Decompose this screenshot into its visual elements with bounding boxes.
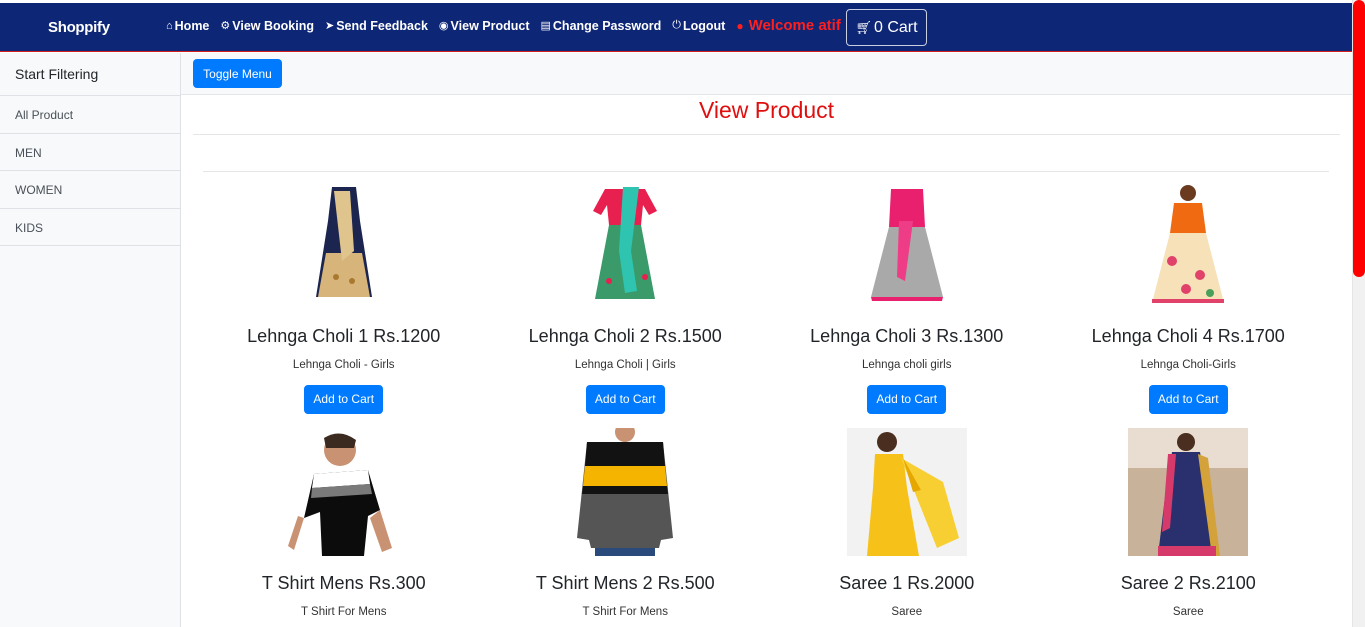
tshirt-icon[interactable] (565, 428, 685, 556)
sidebar-item-men[interactable]: MEN (0, 133, 180, 171)
product-description: Saree (1172, 606, 1204, 618)
product-description: Lehnga Choli-Girls (1140, 359, 1236, 371)
saree-icon[interactable] (846, 428, 967, 556)
product-card: Lehnga Choli 2 Rs.1500 Lehnga Choli | Gi… (485, 181, 767, 414)
nav-view-product[interactable]: ◉ View Product (439, 19, 530, 33)
tshirt-icon[interactable] (284, 428, 404, 556)
product-card: T Shirt Mens Rs.300 T Shirt For Mens (203, 428, 485, 618)
dress-icon[interactable] (847, 181, 967, 309)
product-name: Lehnga Choli 3 Rs.1300 (810, 326, 1004, 346)
nav-change-password[interactable]: ▤ Change Password (541, 19, 662, 33)
product-name: T Shirt Mens 2 Rs.500 (535, 573, 715, 593)
nav-home-label: Home (174, 18, 210, 33)
home-icon: ⌂ (166, 19, 173, 32)
welcome-message: ● Welcome atif (736, 17, 841, 34)
product-description: T Shirt For Mens (301, 606, 387, 618)
saree-icon[interactable] (1128, 428, 1249, 556)
product-description: Lehnga choli girls (861, 359, 952, 371)
product-description: Saree (891, 606, 923, 618)
nav-view-booking-label: View Booking (232, 18, 314, 33)
toggle-menu-button[interactable]: Toggle Menu (193, 59, 282, 88)
sidebar-item-women[interactable]: WOMEN (0, 171, 180, 209)
product-card: Lehnga Choli 4 Rs.1700 Lehnga Choli-Girl… (1048, 181, 1330, 414)
cart-icon: 🛒︎ (855, 19, 872, 35)
product-description: T Shirt For Mens (582, 606, 668, 618)
sidebar-heading: Start Filtering (0, 53, 180, 96)
sidebar-item-kids[interactable]: KIDS (0, 208, 180, 246)
nav-send-feedback-label: Send Feedback (336, 18, 428, 33)
nav-home[interactable]: ⌂ Home (166, 19, 209, 33)
page: Shoppify ⌂ Home ⚙ View Booking ➤ Send Feedb… (0, 0, 1365, 627)
nav-send-feedback[interactable]: ➤ Send Feedback (325, 19, 428, 33)
dress-icon[interactable] (284, 181, 404, 309)
add-to-cart-button[interactable]: Add to Cart (867, 385, 947, 414)
filter-sidebar: Start Filtering All Product MEN WOMEN KI… (0, 53, 181, 627)
product-name: Saree 2 Rs.2100 (1120, 573, 1256, 593)
eye-icon: ◉ (438, 20, 449, 32)
scrollbar-thumb[interactable] (1353, 0, 1365, 277)
product-description: Lehnga Choli - Girls (292, 359, 395, 371)
nav-view-product-label: View Product (450, 18, 530, 33)
page-title: View Product (698, 97, 835, 123)
add-to-cart-button[interactable]: Add to Cart (304, 385, 384, 414)
product-card: Lehnga Choli 1 Rs.1200 Lehnga Choli - Gi… (203, 181, 485, 414)
welcome-text: Welcome atif (748, 17, 841, 34)
document-icon: ▤ (540, 20, 551, 32)
product-name: Lehnga Choli 2 Rs.1500 (528, 326, 722, 346)
nav-view-booking[interactable]: ⚙ View Booking (220, 19, 314, 33)
product-name: Lehnga Choli 1 Rs.1200 (247, 326, 441, 346)
divider (193, 134, 1340, 135)
brand-logo[interactable]: Shoppify (48, 19, 110, 36)
add-to-cart-button[interactable]: Add to Cart (1148, 385, 1228, 414)
divider (203, 171, 1329, 172)
user-icon: ● (736, 18, 744, 33)
main-nav: ⌂ Home ⚙ View Booking ➤ Send Feedback ◉ View… (166, 17, 847, 34)
booking-icon: ⚙ (220, 20, 231, 32)
content-toolbar: Toggle Menu (181, 53, 1352, 95)
sidebar-item-all-product[interactable]: All Product (0, 96, 180, 134)
dress-icon[interactable] (565, 181, 685, 309)
product-card: Lehnga Choli 3 Rs.1300 Lehnga choli girl… (766, 181, 1048, 414)
product-card: T Shirt Mens 2 Rs.500 T Shirt For Mens (485, 428, 767, 618)
product-card: Saree 2 Rs.2100 Saree (1048, 428, 1330, 618)
product-name: Lehnga Choli 4 Rs.1700 (1091, 326, 1285, 346)
top-navbar: Shoppify ⌂ Home ⚙ View Booking ➤ Send Feedb… (0, 3, 1352, 52)
cart-label: 0 Cart (873, 18, 918, 36)
nav-change-password-label: Change Password (552, 18, 662, 33)
product-description: Lehnga Choli | Girls (574, 359, 676, 371)
cart-button[interactable]: 🛒︎ 0 Cart (846, 9, 927, 46)
nav-logout[interactable]: ⏻ Logout (672, 19, 725, 33)
product-card: Saree 1 Rs.2000 Saree (766, 428, 1048, 618)
main-content: Toggle Menu View Product Lehnga Choli 1 … (181, 53, 1352, 627)
power-icon: ⏻ (672, 19, 681, 31)
send-icon: ➤ (325, 20, 335, 32)
add-to-cart-button[interactable]: Add to Cart (585, 385, 665, 414)
nav-logout-label: Logout (682, 18, 726, 33)
dress-icon[interactable] (1128, 181, 1248, 309)
product-name: Saree 1 Rs.2000 (839, 573, 975, 593)
product-name: T Shirt Mens Rs.300 (261, 573, 426, 593)
